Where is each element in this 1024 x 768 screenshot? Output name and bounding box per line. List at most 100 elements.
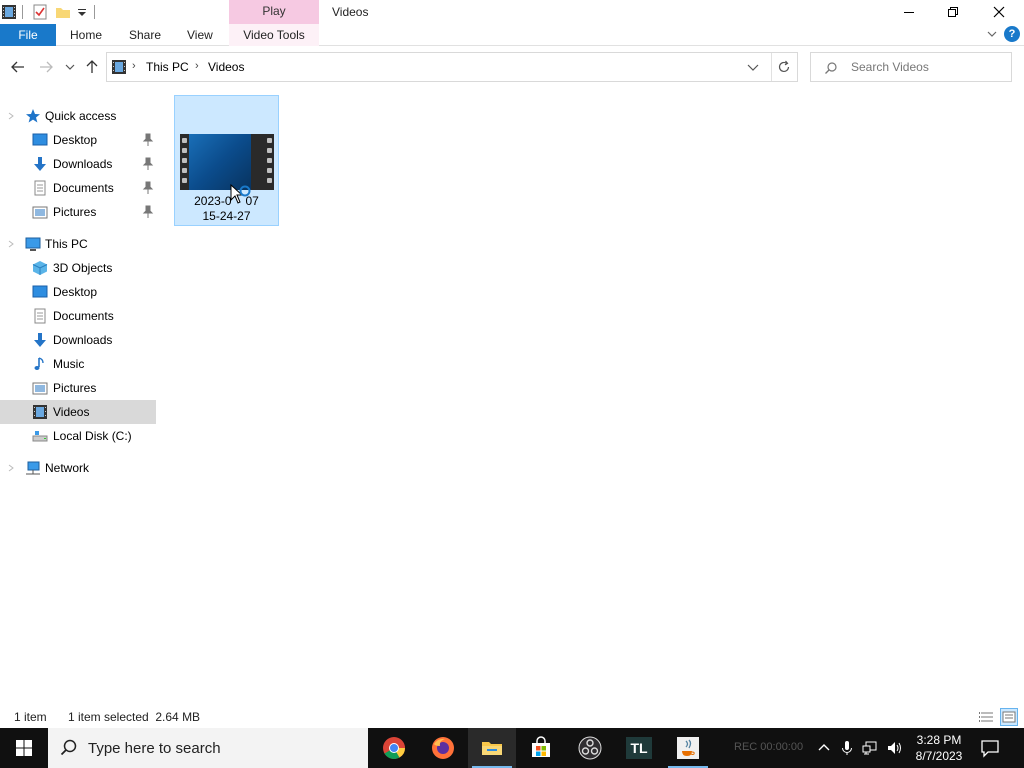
pin-icon[interactable] — [142, 133, 154, 147]
breadcrumb-videos[interactable]: Videos — [208, 60, 244, 74]
file-explorer-icon — [482, 742, 502, 755]
sidebar-item-label: Quick access — [45, 109, 117, 123]
chevron-right-icon[interactable] — [7, 464, 15, 472]
properties-icon[interactable] — [32, 4, 48, 20]
minimize-button[interactable] — [886, 0, 932, 24]
document-icon — [34, 308, 46, 324]
refresh-icon[interactable] — [777, 60, 791, 74]
new-folder-icon[interactable] — [55, 4, 71, 20]
chevron-right-icon[interactable] — [7, 240, 15, 248]
restore-button[interactable] — [930, 0, 976, 24]
up-button[interactable] — [82, 58, 102, 76]
sidebar-item-label: Desktop — [53, 133, 98, 147]
volume-icon[interactable] — [886, 740, 902, 756]
sidebar-item-label: Pictures — [53, 381, 97, 395]
windows-logo-icon — [16, 740, 32, 756]
taskbar-app-obs[interactable] — [566, 728, 614, 768]
recent-locations-button[interactable] — [62, 58, 78, 76]
file-list[interactable]: 2023-0 07 15-24-27 — [160, 88, 1024, 700]
title-bar: Play Videos — [0, 0, 1024, 24]
network-icon[interactable] — [862, 740, 878, 756]
taskbar-search-box[interactable]: Type here to search — [48, 728, 368, 768]
navigation-bar: › This PC › Videos Search Videos — [0, 46, 1024, 88]
file-name: 2023-0 07 15-24-27 — [175, 194, 278, 224]
sidebar-item-label: This PC — [45, 237, 88, 251]
desktop-icon — [32, 285, 48, 298]
sidebar-item-pictures[interactable]: Pictures — [0, 376, 156, 400]
taskbar-app-tl[interactable]: TL — [615, 728, 663, 768]
back-arrow-icon — [11, 61, 24, 73]
forward-button[interactable] — [36, 58, 56, 76]
busy-cursor-icon — [230, 183, 251, 204]
address-bar[interactable]: › This PC › Videos — [106, 52, 798, 82]
up-arrow-icon — [86, 60, 98, 73]
sidebar-item-label: Documents — [53, 309, 114, 323]
video-folder-icon — [2, 5, 16, 19]
sidebar-item-qa-downloads[interactable]: Downloads — [0, 152, 156, 176]
tab-home[interactable]: Home — [58, 24, 114, 46]
sidebar-item-videos[interactable]: Videos — [0, 400, 156, 424]
help-button[interactable]: ? — [1004, 26, 1020, 42]
sidebar-item-documents[interactable]: Documents — [0, 304, 156, 328]
sidebar-item-label: Network — [45, 461, 90, 475]
network-icon — [26, 461, 40, 475]
sidebar-item-3d-objects[interactable]: 3D Objects — [0, 256, 156, 280]
search-box[interactable]: Search Videos — [810, 52, 1012, 82]
ribbon-tabs: File Home Share View Video Tools ? — [0, 24, 1024, 46]
breadcrumb-chevron-icon[interactable]: › — [195, 60, 199, 72]
context-tab-group: Play — [229, 0, 319, 24]
tab-file[interactable]: File — [0, 24, 56, 46]
sidebar-item-local-disk[interactable]: Local Disk (C:) — [0, 424, 156, 448]
details-view-icon[interactable] — [978, 708, 996, 726]
breadcrumb-chevron-icon[interactable]: › — [132, 60, 136, 72]
tl-app-icon: TL — [626, 737, 652, 759]
sidebar-item-quick-access[interactable]: Quick access — [0, 104, 156, 128]
taskbar-clock[interactable]: 3:28 PM 8/7/2023 — [910, 732, 968, 764]
taskbar-app-firefox[interactable] — [419, 728, 467, 768]
start-button[interactable] — [0, 728, 48, 768]
taskbar-search-input[interactable]: Type here to search — [88, 740, 221, 757]
expand-ribbon-icon[interactable] — [986, 28, 998, 40]
sidebar-item-network[interactable]: Network — [0, 456, 156, 480]
sidebar-item-music[interactable]: Music — [0, 352, 156, 376]
taskbar-app-chrome[interactable] — [370, 728, 418, 768]
tab-video-tools[interactable]: Video Tools — [229, 24, 319, 46]
address-history-chevron-icon[interactable] — [747, 63, 759, 73]
firefox-icon — [432, 737, 454, 759]
sidebar-item-this-pc[interactable]: This PC — [0, 232, 156, 256]
chrome-icon — [383, 737, 405, 759]
tab-share[interactable]: Share — [117, 24, 173, 46]
minimize-icon — [904, 12, 914, 13]
back-button[interactable] — [8, 58, 28, 76]
close-button[interactable] — [976, 0, 1022, 24]
tab-view[interactable]: View — [175, 24, 225, 46]
chevron-right-icon[interactable] — [7, 112, 15, 120]
chevron-up-icon[interactable] — [816, 740, 832, 756]
clock-time: 3:28 PM — [916, 733, 962, 747]
computer-icon — [25, 237, 41, 251]
taskbar-app-store[interactable] — [517, 728, 565, 768]
download-arrow-icon — [34, 333, 46, 347]
pin-icon[interactable] — [142, 205, 154, 219]
pin-icon[interactable] — [142, 157, 154, 171]
sidebar-item-qa-pictures[interactable]: Pictures — [0, 200, 156, 224]
file-item-video[interactable]: 2023-0 07 15-24-27 — [174, 95, 279, 226]
obs-icon — [578, 736, 602, 760]
taskbar-app-java[interactable] — [664, 728, 712, 768]
sidebar-item-desktop[interactable]: Desktop — [0, 280, 156, 304]
qat-separator — [22, 5, 23, 19]
search-icon — [60, 739, 77, 756]
large-icons-view-icon[interactable] — [1000, 708, 1018, 726]
notification-icon[interactable] — [980, 738, 1000, 758]
sidebar-item-qa-documents[interactable]: Documents — [0, 176, 156, 200]
qat-dropdown-icon[interactable] — [74, 4, 90, 20]
sidebar-item-label: Videos — [53, 405, 90, 419]
microphone-icon[interactable] — [839, 740, 855, 756]
pin-icon[interactable] — [142, 181, 154, 195]
sidebar-item-qa-desktop[interactable]: Desktop — [0, 128, 156, 152]
sidebar-item-downloads[interactable]: Downloads — [0, 328, 156, 352]
status-bar: 1 item 1 item selected 2.64 MB — [0, 706, 1024, 728]
breadcrumb-this-pc[interactable]: This PC — [146, 60, 189, 74]
taskbar-app-file-explorer[interactable] — [468, 728, 516, 768]
search-input[interactable]: Search Videos — [851, 60, 929, 74]
